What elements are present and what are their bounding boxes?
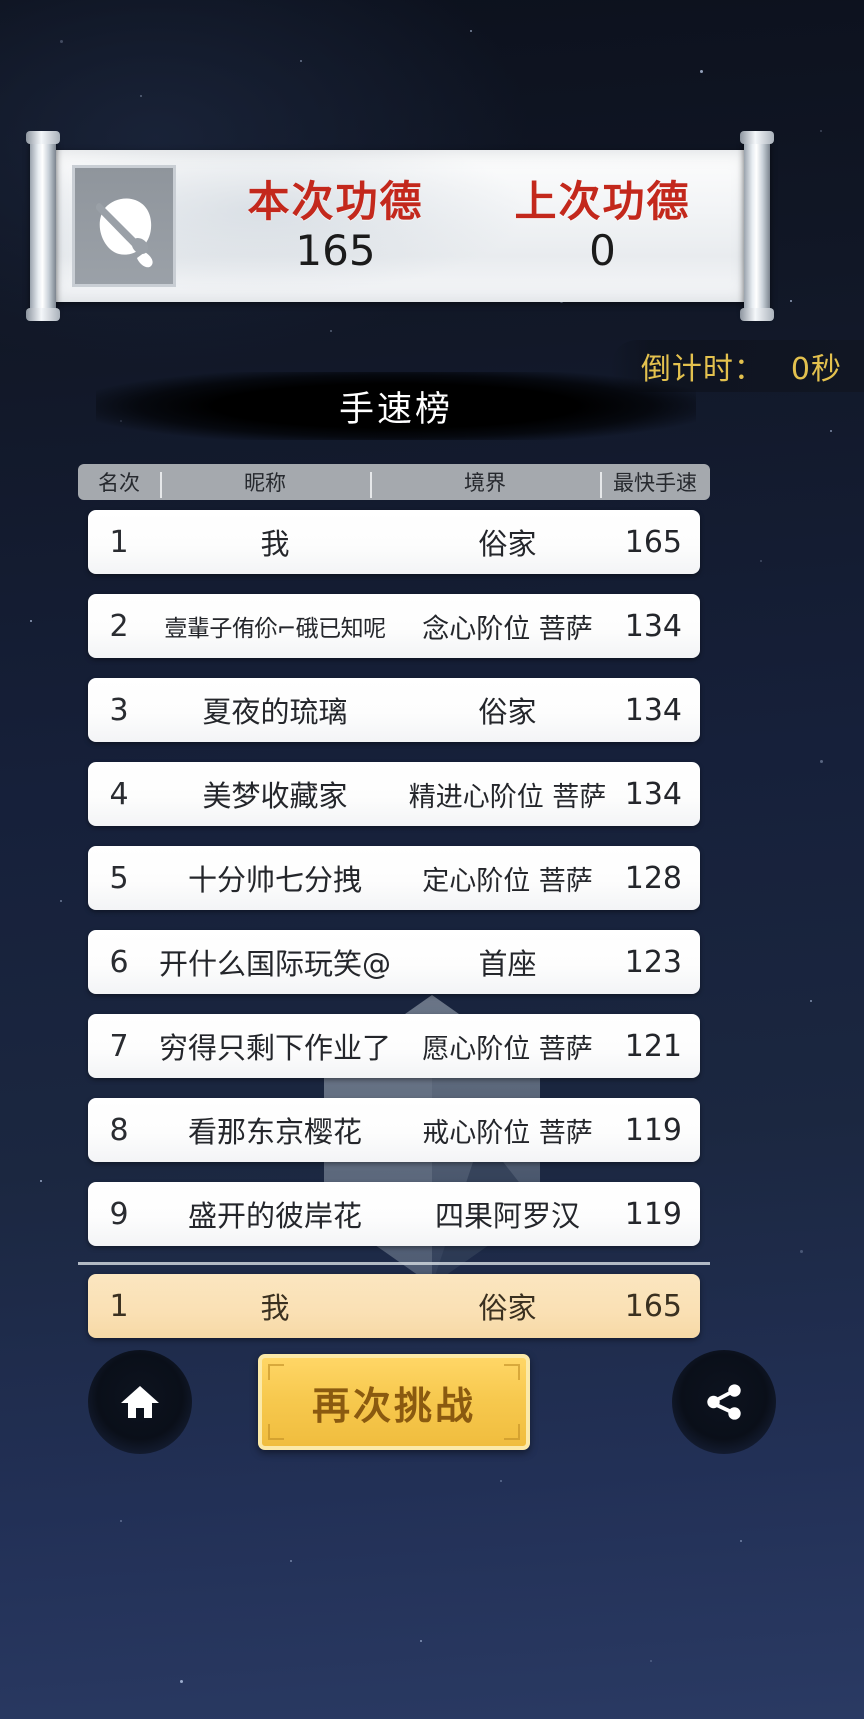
row-rank: 5 [109, 860, 129, 896]
home-icon [121, 1386, 159, 1418]
row-rank: 6 [109, 944, 129, 980]
row-realm: 念心阶位 菩萨 [422, 613, 593, 645]
row-realm: 四果阿罗汉 [434, 1199, 580, 1233]
corner-ornament-tl [268, 1364, 284, 1380]
merit-last-label: 上次功德 [514, 176, 691, 226]
bottom-bar: 再次挑战 [0, 1348, 864, 1478]
merit-banner: 本次功德 165 上次功德 0 [26, 131, 774, 321]
leaderboard-title-text: 手速榜 [338, 389, 453, 430]
row-nickname: 壹輩子侑伱⌐硪已知呢 [164, 616, 386, 642]
row-rank: 2 [109, 608, 129, 644]
row-rank: 4 [109, 776, 129, 812]
row-nickname: 穷得只剩下作业了 [158, 1031, 391, 1065]
share-icon [707, 1384, 741, 1420]
table-row[interactable]: 7 穷得只剩下作业了 愿心阶位 菩萨 121 [88, 1014, 700, 1078]
row-speed: 123 [624, 944, 682, 980]
row-speed: 119 [624, 1112, 682, 1148]
row-rank: 1 [109, 524, 129, 560]
my-rank-value: 1 [109, 1288, 129, 1324]
share-button[interactable] [672, 1350, 776, 1454]
merit-this-col: 本次功德 165 [202, 178, 469, 274]
row-realm: 定心阶位 菩萨 [422, 865, 593, 897]
table-row[interactable]: 5 十分帅七分拽 定心阶位 菩萨 128 [88, 846, 700, 910]
my-nickname: 我 [260, 1291, 290, 1325]
row-realm: 俗家 [478, 695, 537, 729]
merit-last-col: 上次功德 0 [469, 178, 736, 274]
row-realm: 首座 [478, 947, 537, 981]
table-row[interactable]: 4 美梦收藏家 精进心阶位 菩萨 134 [88, 762, 700, 826]
row-realm: 愿心阶位 菩萨 [422, 1033, 593, 1065]
leaderboard-rows: 1 我俗家 165 2 壹輩子侑伱⌐硪已知呢 念心阶位 菩萨 134 3 夏夜的琉璃 俗家 134 4… [88, 510, 700, 1266]
leaderboard-header: 名次 昵称 境界 最快手速 [78, 464, 710, 500]
result-screen: 本次功德 165 上次功德 0 倒计时： 0秒 手速榜 名次 昵称 境界 最快手… [0, 0, 864, 1719]
row-nickname: 十分帅七分拽 [187, 863, 362, 897]
merit-this-label: 本次功德 [247, 176, 424, 226]
row-nickname: 开什么国际玩笑@ [158, 947, 391, 981]
my-rank-row[interactable]: 1 我 俗家 165 [88, 1274, 700, 1338]
column-header-realm: 境界 [370, 467, 600, 498]
row-speed: 134 [624, 692, 682, 728]
row-realm: 精进心阶位 菩萨 [408, 781, 607, 813]
countdown-value: 0秒 [790, 352, 842, 387]
row-realm: 俗家 [478, 527, 537, 561]
column-header-nickname: 昵称 [160, 467, 370, 498]
row-nickname: 盛开的彼岸花 [187, 1199, 362, 1233]
table-row[interactable]: 8 看那东京樱花 戒心阶位 菩萨 119 [88, 1098, 700, 1162]
row-nickname: 美梦收藏家 [202, 779, 348, 813]
column-header-rank: 名次 [98, 471, 140, 495]
corner-ornament-br [504, 1424, 520, 1440]
row-speed: 128 [624, 860, 682, 896]
row-rank: 8 [109, 1112, 129, 1148]
row-nickname: 夏夜的琉璃 [202, 695, 348, 729]
merit-panel: 本次功德 165 上次功德 0 [50, 150, 750, 302]
merit-columns: 本次功德 165 上次功德 0 [202, 178, 736, 274]
row-speed: 121 [624, 1028, 682, 1064]
row-speed: 165 [624, 524, 682, 560]
merit-last-value: 0 [589, 226, 616, 275]
scroll-rod-left [26, 131, 60, 321]
table-row[interactable]: 2 壹輩子侑伱⌐硪已知呢 念心阶位 菩萨 134 [88, 594, 700, 658]
table-row[interactable]: 6 开什么国际玩笑@ 首座 123 [88, 930, 700, 994]
row-nickname: 我 [260, 527, 290, 561]
column-header-speed: 最快手速 [600, 467, 710, 498]
wooden-fish-icon [72, 165, 176, 287]
my-realm: 俗家 [478, 1291, 537, 1325]
corner-ornament-bl [268, 1424, 284, 1440]
table-row[interactable]: 1 我 俗家 165 [88, 510, 700, 574]
row-nickname: 看那东京樱花 [187, 1115, 362, 1149]
row-speed: 119 [624, 1196, 682, 1232]
list-divider [78, 1262, 710, 1265]
table-row[interactable]: 3 夏夜的琉璃 俗家 134 [88, 678, 700, 742]
my-speed: 165 [624, 1288, 682, 1324]
merit-this-value: 165 [295, 226, 376, 275]
row-speed: 134 [624, 776, 682, 812]
row-rank: 7 [109, 1028, 129, 1064]
challenge-again-label: 再次挑战 [311, 1383, 476, 1428]
row-rank: 3 [109, 692, 129, 728]
row-speed: 134 [624, 608, 682, 644]
challenge-again-button[interactable]: 再次挑战 [258, 1354, 530, 1450]
home-button[interactable] [88, 1350, 192, 1454]
scroll-rod-right [740, 131, 774, 321]
leaderboard-title: 手速榜 [96, 372, 696, 440]
table-row[interactable]: 9 盛开的彼岸花 四果阿罗汉 119 [88, 1182, 700, 1246]
row-rank: 9 [109, 1196, 129, 1232]
row-realm: 戒心阶位 菩萨 [422, 1117, 593, 1149]
corner-ornament-tr [504, 1364, 520, 1380]
